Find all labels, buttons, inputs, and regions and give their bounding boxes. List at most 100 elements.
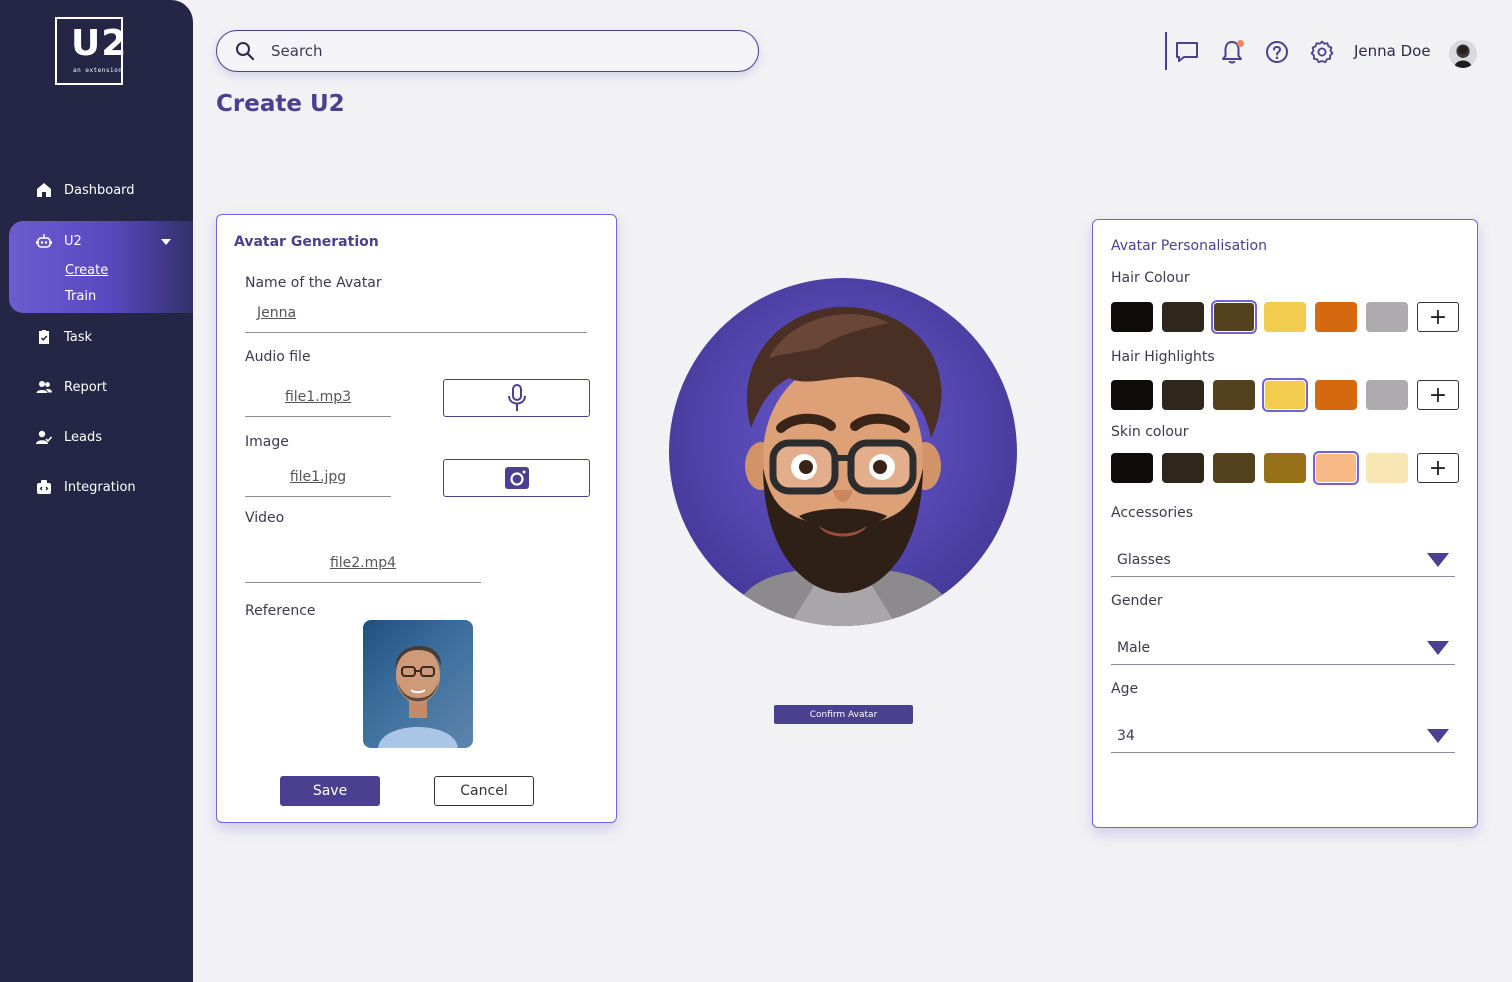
card-title: Avatar Personalisation (1111, 238, 1267, 254)
skin-colour-swatches: + (1111, 451, 1459, 485)
hair-highlight-swatch-4[interactable] (1262, 378, 1308, 412)
gender-value: Male (1117, 639, 1151, 656)
sidebar-subitem-create[interactable]: Create (65, 263, 108, 278)
hair-highlight-swatch-1[interactable] (1111, 380, 1153, 410)
gender-label: Gender (1111, 593, 1163, 609)
reference-label: Reference (245, 603, 316, 619)
robot-icon (36, 234, 52, 248)
user-check-icon (36, 430, 52, 444)
chat-icon[interactable] (1174, 39, 1200, 65)
cancel-button[interactable]: Cancel (434, 776, 534, 806)
sidebar-item-integration[interactable]: Integration (36, 479, 136, 495)
video-file-field[interactable]: file2.mp4 (245, 555, 481, 583)
logo-subtext: an extension (73, 67, 123, 74)
skin-colour-swatch-1[interactable] (1111, 453, 1153, 483)
skin-colour-swatch-6[interactable] (1366, 453, 1408, 483)
brand-logo[interactable]: U2 an extension (55, 17, 126, 85)
sidebar-item-label: Report (64, 379, 108, 395)
hair-highlight-swatch-3[interactable] (1213, 380, 1255, 410)
hair-highlight-swatch-6[interactable] (1366, 380, 1408, 410)
audio-file-value: file1.mp3 (284, 389, 352, 405)
sidebar-item-label: Task (64, 329, 93, 345)
hair-colour-swatch-5[interactable] (1315, 302, 1357, 332)
video-label: Video (245, 510, 285, 526)
search-bar[interactable] (216, 30, 759, 72)
hair-highlight-swatch-5[interactable] (1315, 380, 1357, 410)
accessories-select[interactable]: Glasses (1111, 543, 1455, 577)
accessories-value: Glasses (1117, 551, 1171, 568)
gender-select[interactable]: Male (1111, 631, 1455, 665)
image-file-field[interactable]: file1.jpg (245, 469, 391, 497)
save-button[interactable]: Save (280, 776, 380, 806)
audio-label: Audio file (245, 349, 311, 365)
age-value: 34 (1117, 727, 1135, 744)
logo-text: U2 (71, 23, 128, 64)
skin-colour-swatch-2[interactable] (1162, 453, 1204, 483)
hair-highlight-swatch-2[interactable] (1162, 380, 1204, 410)
capture-image-button[interactable] (443, 459, 590, 497)
image-file-value: file1.jpg (289, 469, 347, 485)
header-divider (1165, 32, 1167, 70)
settings-gear-icon[interactable] (1309, 39, 1335, 65)
sidebar-item-label: Leads (64, 429, 103, 445)
hair-colour-swatch-3[interactable] (1211, 300, 1257, 334)
sidebar-item-u2-header[interactable]: U2 (36, 233, 82, 249)
sidebar-item-u2[interactable]: U2 Create Train (9, 221, 193, 313)
notification-bell-icon[interactable] (1219, 39, 1245, 65)
search-icon (236, 42, 255, 61)
sidebar: U2 an extension Dashboard U2 Create Trai… (0, 0, 193, 982)
sidebar-item-label: U2 (64, 233, 82, 249)
dropdown-arrow-icon (1427, 641, 1449, 655)
skin-colour-swatch-4[interactable] (1264, 453, 1306, 483)
notification-dot (1237, 40, 1244, 47)
users-icon (36, 381, 52, 393)
card-title: Avatar Generation (234, 234, 379, 250)
hair-colour-swatch-2[interactable] (1162, 302, 1204, 332)
avatar-name-field[interactable]: Jenna (245, 305, 587, 333)
dropdown-arrow-icon (1427, 729, 1449, 743)
sidebar-item-report[interactable]: Report (36, 379, 107, 395)
hair-colour-swatch-6[interactable] (1366, 302, 1408, 332)
sidebar-item-leads[interactable]: Leads (36, 429, 102, 445)
skin-colour-swatch-5[interactable] (1313, 451, 1359, 485)
name-label: Name of the Avatar (245, 275, 382, 291)
skin-colour-label: Skin colour (1111, 424, 1189, 440)
reference-photo[interactable] (363, 620, 473, 748)
hair-colour-add-button[interactable]: + (1417, 302, 1459, 332)
avatar-personalisation-card: Avatar Personalisation Hair Colour + Hai… (1092, 219, 1478, 828)
help-icon[interactable] (1264, 39, 1290, 65)
avatar-generation-card: Avatar Generation Name of the Avatar Jen… (216, 214, 617, 823)
chevron-down-icon[interactable] (161, 239, 171, 245)
sidebar-item-label: Integration (64, 479, 136, 495)
skin-colour-add-button[interactable]: + (1417, 453, 1459, 483)
avatar-name-value: Jenna (257, 305, 297, 321)
sidebar-item-label: Dashboard (64, 182, 135, 198)
page-title: Create U2 (216, 91, 345, 117)
user-name[interactable]: Jenna Doe (1354, 42, 1431, 60)
hair-colour-swatch-1[interactable] (1111, 302, 1153, 332)
image-label: Image (245, 434, 289, 450)
sidebar-item-dashboard[interactable]: Dashboard (36, 182, 135, 198)
accessories-label: Accessories (1111, 505, 1194, 521)
camera-icon (504, 467, 529, 489)
audio-file-field[interactable]: file1.mp3 (245, 389, 391, 417)
hair-highlights-label: Hair Highlights (1111, 349, 1215, 365)
plug-box-icon (37, 480, 51, 494)
hair-colour-swatch-4[interactable] (1264, 302, 1306, 332)
sidebar-item-task[interactable]: Task (36, 329, 92, 345)
confirm-avatar-button[interactable]: Confirm Avatar (774, 705, 913, 724)
user-avatar[interactable] (1449, 40, 1477, 68)
microphone-icon (507, 384, 526, 411)
home-icon (37, 183, 51, 197)
age-select[interactable]: 34 (1111, 719, 1455, 753)
hair-colour-label: Hair Colour (1111, 270, 1190, 286)
sidebar-subitem-train[interactable]: Train (65, 289, 96, 304)
hair-highlight-add-button[interactable]: + (1417, 380, 1459, 410)
dropdown-arrow-icon (1427, 553, 1449, 567)
age-label: Age (1111, 681, 1139, 697)
search-input[interactable] (271, 42, 731, 60)
hair-colour-swatches: + (1111, 300, 1459, 334)
record-audio-button[interactable] (443, 379, 590, 417)
avatar-preview (669, 278, 1017, 626)
skin-colour-swatch-3[interactable] (1213, 453, 1255, 483)
